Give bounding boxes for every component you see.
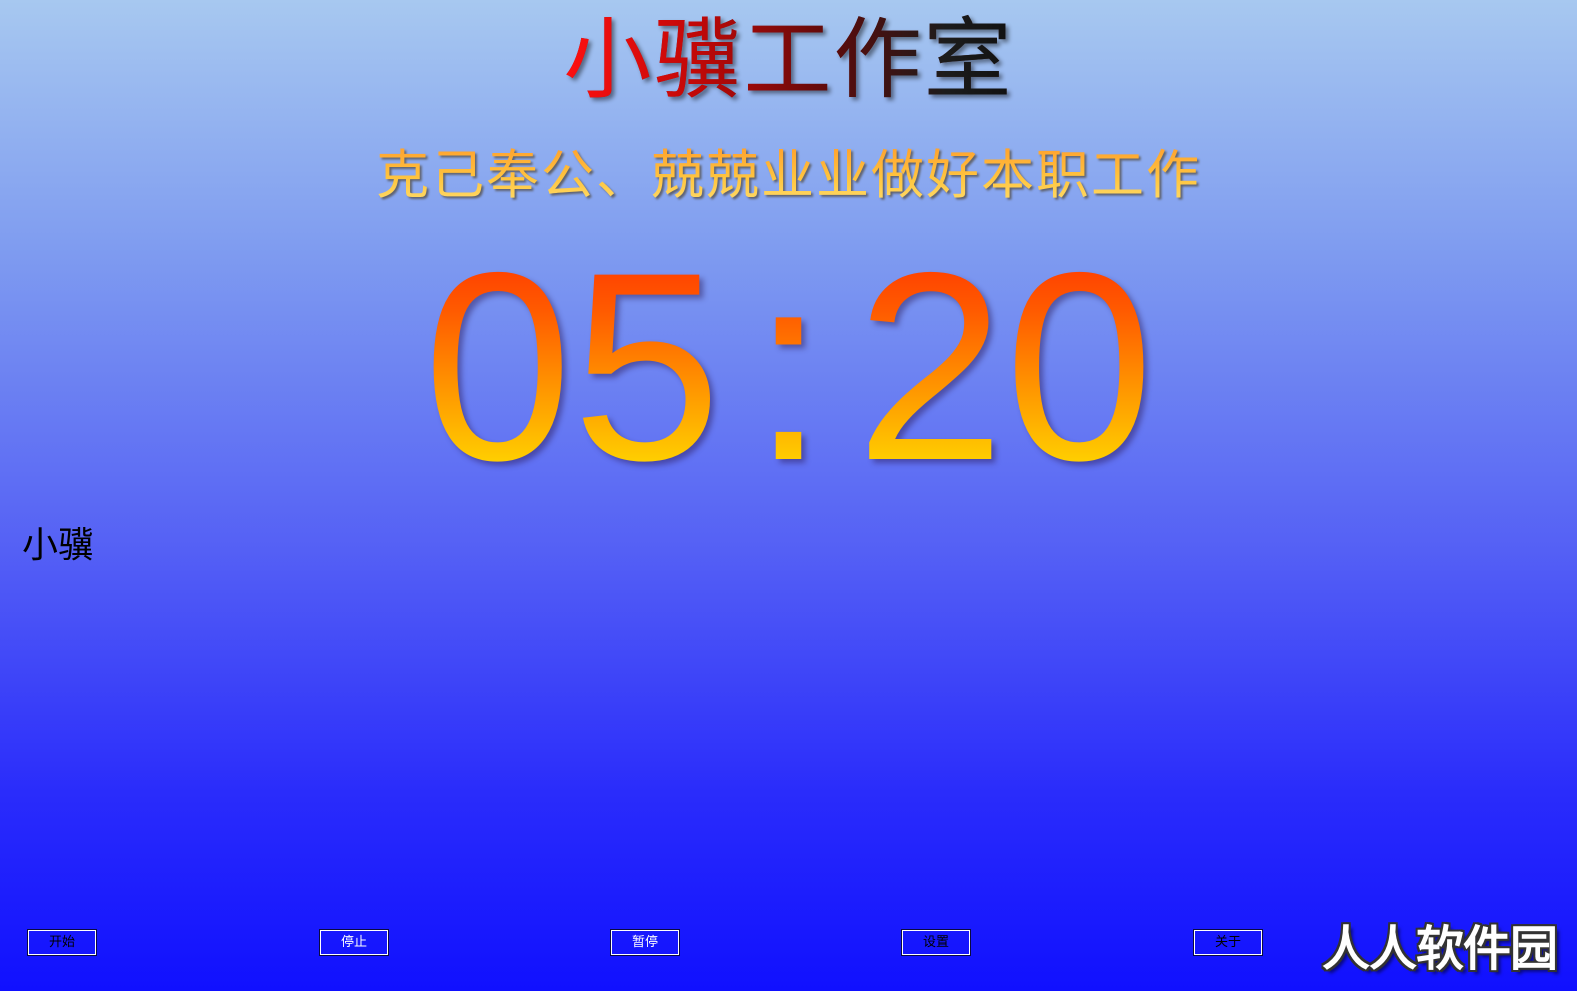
slogan-text: 克己奉公、兢兢业业做好本职工作 [376,140,1201,212]
stop-button[interactable]: 停止 [319,929,389,956]
timer-seconds: 20 [855,216,1154,516]
studio-title-text: 小骥工作室 [563,8,1014,111]
timer-minutes: 05 [423,216,722,516]
settings-button[interactable]: 设置 [901,929,971,956]
watermark-logo: 人人软件园 [1321,921,1558,977]
pause-button[interactable]: 暂停 [610,929,680,956]
about-button[interactable]: 关于 [1193,929,1263,956]
studio-title: 小骥工作室 [0,8,1577,112]
start-button[interactable]: 开始 [27,929,97,956]
slogan: 克己奉公、兢兢业业做好本职工作 [0,140,1577,212]
countdown-display: 05:20 [0,226,1577,506]
name-label: 小骥 [22,525,95,566]
timer-separator: : [751,216,826,516]
